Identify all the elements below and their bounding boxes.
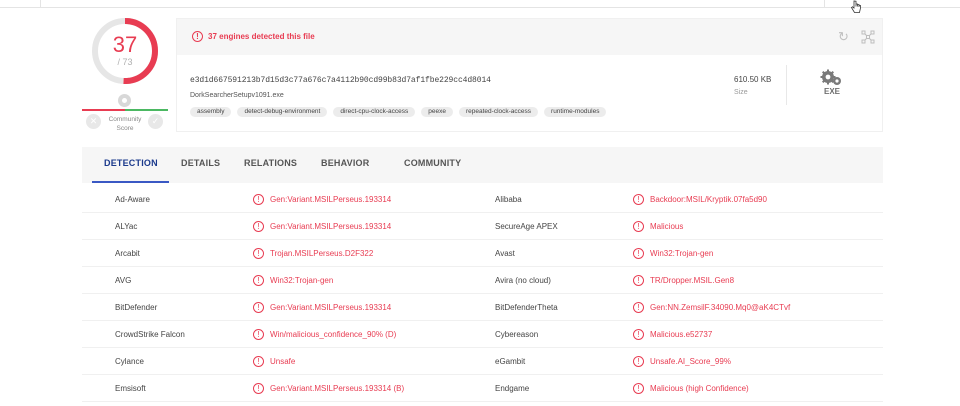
detection-table: Ad-Aware! Gen:Variant.MSILPerseus.193314 A… bbox=[82, 186, 883, 406]
engine-name: Avast bbox=[495, 249, 515, 258]
engine-name: ALYac bbox=[115, 222, 138, 231]
vote-down-icon[interactable]: ✕ bbox=[86, 114, 101, 129]
detection-count: 37 bbox=[112, 32, 138, 57]
detection-row: Ad-Aware! Gen:Variant.MSILPerseus.193314 A… bbox=[82, 186, 883, 213]
alert-icon: ! bbox=[253, 383, 264, 394]
community-score-label: Community Score bbox=[108, 116, 142, 132]
engine-name: AVG bbox=[115, 276, 132, 285]
file-tag[interactable]: direct-cpu-clock-access bbox=[333, 107, 416, 117]
file-type-label: EXE bbox=[823, 87, 840, 96]
alert-icon: ! bbox=[253, 302, 264, 313]
detection-result: Win32:Trojan-gen bbox=[650, 249, 714, 258]
engine-name: SecureAge APEX bbox=[495, 222, 558, 231]
gears-icon bbox=[820, 69, 841, 85]
detection-result: Trojan.MSILPerseus.D2F322 bbox=[270, 249, 374, 258]
hand-cursor-icon bbox=[850, 0, 861, 13]
top-bar bbox=[0, 0, 960, 8]
detection-result: Unsafe bbox=[270, 357, 296, 366]
detection-result: Unsafe.AI_Score_99% bbox=[650, 357, 731, 366]
alert-icon: ! bbox=[633, 383, 644, 394]
file-type-badge: EXE bbox=[818, 69, 846, 99]
active-tab-indicator bbox=[92, 181, 169, 183]
alert-icon: ! bbox=[253, 356, 264, 367]
detection-row: Arcabit! Trojan.MSILPerseus.D2F322 Avast! W… bbox=[82, 240, 883, 267]
graph-icon[interactable] bbox=[861, 30, 875, 44]
top-bar-divider bbox=[824, 0, 825, 8]
alert-icon: ! bbox=[253, 275, 264, 286]
file-hash[interactable]: e3d1d667591213b7d15d3c77a676c7a4112b90cd… bbox=[190, 76, 491, 85]
engine-name: BitDefender bbox=[115, 303, 158, 312]
detection-result: Malicious (high Confidence) bbox=[650, 384, 749, 393]
file-tag[interactable]: detect-debug-environment bbox=[237, 107, 328, 117]
file-tags: assembly detect-debug-environment direct… bbox=[190, 107, 607, 117]
detection-result: TR/Dropper.MSIL.Gen8 bbox=[650, 276, 735, 285]
top-bar-divider bbox=[40, 0, 41, 8]
alert-icon: ! bbox=[253, 329, 264, 340]
alert-icon: ! bbox=[633, 329, 644, 340]
detection-row: CrowdStrike Falcon! Win/malicious_confide… bbox=[82, 321, 883, 348]
engine-name: Alibaba bbox=[495, 195, 522, 204]
detection-row: AVG! Win32:Trojan-gen Avira (no cloud)! TR/… bbox=[82, 267, 883, 294]
detection-result: Backdoor:MSIL/Kryptik.07fa5d90 bbox=[650, 195, 767, 204]
file-name: DorkSearcherSetupv1091.exe bbox=[190, 92, 284, 99]
tab-community[interactable]: COMMUNITY bbox=[404, 158, 461, 168]
engine-name: Cybereason bbox=[495, 330, 539, 339]
detection-score-gauge: 37 / 73 bbox=[90, 16, 160, 86]
alert-icon: ! bbox=[192, 31, 203, 42]
reanalyze-icon[interactable]: ↻ bbox=[838, 30, 852, 44]
tab-details[interactable]: DETAILS bbox=[181, 158, 220, 168]
detection-result: Gen:Variant.MSILPerseus.193314 bbox=[270, 303, 392, 312]
file-size: 610.50 KB bbox=[734, 75, 772, 84]
alert-icon: ! bbox=[633, 302, 644, 313]
alert-icon: ! bbox=[633, 275, 644, 286]
engine-name: Endgame bbox=[495, 384, 530, 393]
engine-name: CrowdStrike Falcon bbox=[115, 330, 185, 339]
tab-relations[interactable]: RELATIONS bbox=[244, 158, 297, 168]
tab-detection[interactable]: DETECTION bbox=[104, 158, 158, 168]
tab-behavior[interactable]: BEHAVIOR bbox=[321, 158, 369, 168]
community-score-bar bbox=[82, 109, 168, 111]
alert-icon: ! bbox=[633, 221, 644, 232]
engine-name: Avira (no cloud) bbox=[495, 276, 551, 285]
detection-banner-text: 37 engines detected this file bbox=[208, 32, 315, 41]
engine-name: Ad-Aware bbox=[115, 195, 150, 204]
alert-icon: ! bbox=[633, 194, 644, 205]
engine-name: Arcabit bbox=[115, 249, 140, 258]
engine-name: eGambit bbox=[495, 357, 526, 366]
detection-result: Malicious bbox=[650, 222, 684, 231]
alert-icon: ! bbox=[633, 356, 644, 367]
alert-icon: ! bbox=[253, 194, 264, 205]
file-tag[interactable]: repeated-clock-access bbox=[459, 107, 539, 117]
detection-result: Win/malicious_confidence_90% (D) bbox=[270, 330, 397, 339]
alert-icon: ! bbox=[633, 248, 644, 259]
alert-icon: ! bbox=[253, 248, 264, 259]
detection-result: Malicious.e52737 bbox=[650, 330, 713, 339]
community-score: ✕ Community Score ✓ bbox=[82, 94, 168, 134]
engine-name: BitDefenderTheta bbox=[495, 303, 558, 312]
detection-result: Gen:NN.ZemsilF.34090.Mq0@aK4CTvf bbox=[650, 303, 791, 312]
detection-row: ALYac! Gen:Variant.MSILPerseus.193314 Secu… bbox=[82, 213, 883, 240]
file-tag[interactable]: assembly bbox=[190, 107, 232, 117]
alert-icon: ! bbox=[253, 221, 264, 232]
file-size-label: Size bbox=[734, 89, 748, 96]
detection-result: Gen:Variant.MSILPerseus.193314 (B) bbox=[270, 384, 405, 393]
file-tag[interactable]: runtime-modules bbox=[544, 107, 607, 117]
detection-row: Emsisoft! Gen:Variant.MSILPerseus.193314 … bbox=[82, 375, 883, 402]
engine-name: Emsisoft bbox=[115, 384, 146, 393]
file-summary-card: ! 37 engines detected this file ↻ e3d1d6… bbox=[176, 18, 883, 132]
detection-result: Gen:Variant.MSILPerseus.193314 bbox=[270, 222, 392, 231]
file-tag[interactable]: peexe bbox=[421, 107, 453, 117]
community-score-marker-icon bbox=[118, 94, 131, 107]
engine-name: Cylance bbox=[115, 357, 144, 366]
detection-row: BitDefender! Gen:Variant.MSILPerseus.1933… bbox=[82, 294, 883, 321]
detection-banner: ! 37 engines detected this file ↻ bbox=[177, 19, 882, 55]
report-tabs: DETECTION DETAILS RELATIONS BEHAVIOR COM… bbox=[82, 147, 883, 183]
engine-total: / 73 bbox=[117, 57, 133, 67]
vote-up-icon[interactable]: ✓ bbox=[148, 114, 163, 129]
detection-row: Cylance! Unsafe eGambit! Unsafe.AI_Score_99… bbox=[82, 348, 883, 375]
divider bbox=[786, 65, 787, 105]
detection-result: Win32:Trojan-gen bbox=[270, 276, 334, 285]
detection-result: Gen:Variant.MSILPerseus.193314 bbox=[270, 195, 392, 204]
